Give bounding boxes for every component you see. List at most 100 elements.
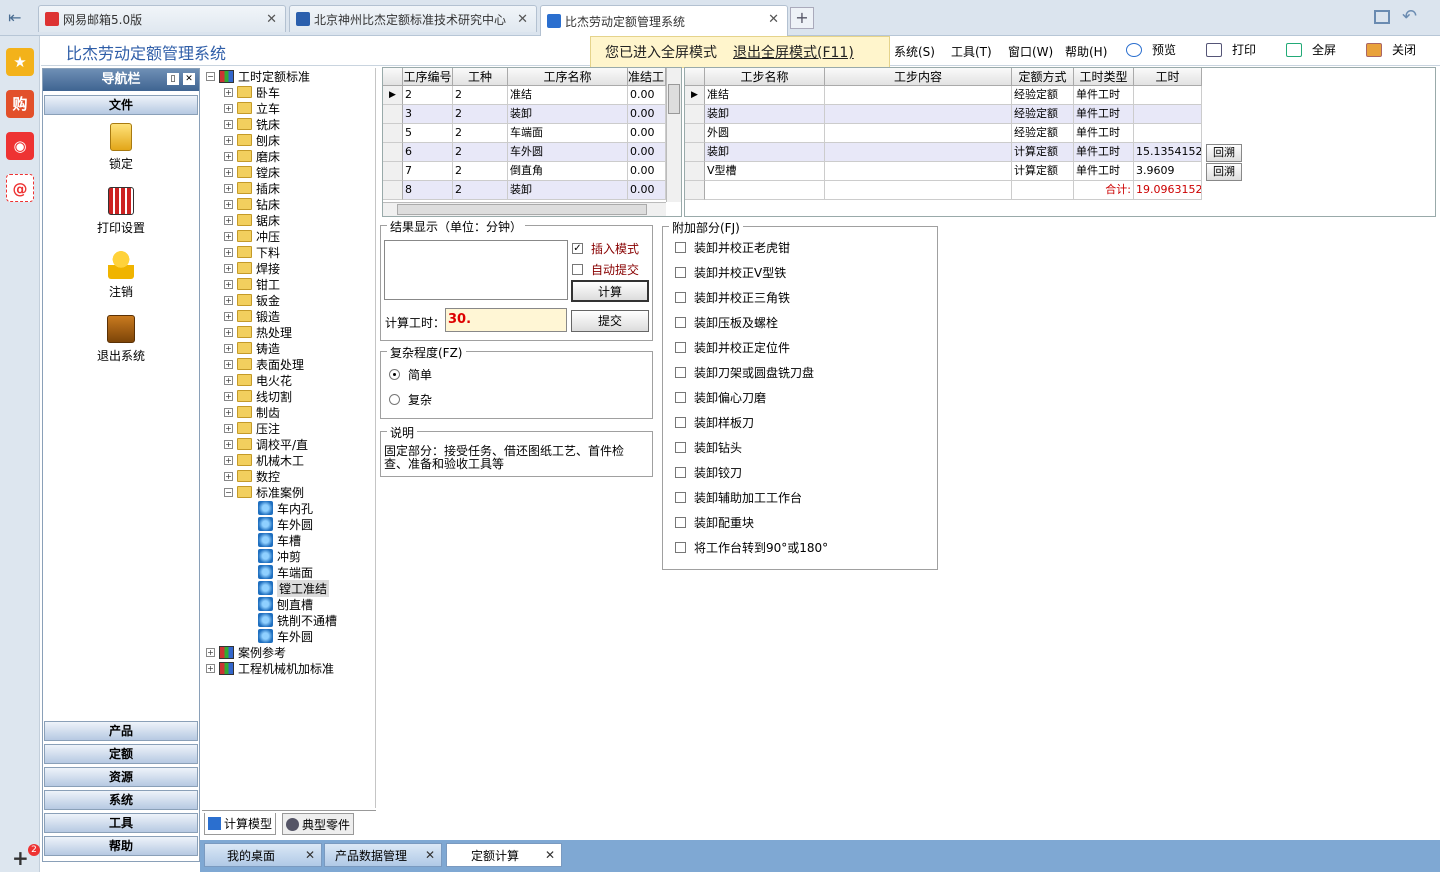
row-indicator[interactable] — [383, 143, 403, 162]
table-cell[interactable]: 2 — [453, 105, 508, 124]
expand-icon[interactable]: + — [206, 663, 215, 673]
table-cell[interactable]: 3 — [403, 105, 453, 124]
close-icon[interactable]: ✕ — [266, 12, 277, 27]
column-header[interactable]: 工步名称 — [705, 68, 825, 86]
exit-fullscreen-link[interactable]: 退出全屏模式(F11) — [733, 42, 854, 62]
nav-section-help[interactable]: 帮助 — [44, 836, 198, 856]
close-icon[interactable]: ✕ — [768, 12, 779, 27]
expand-icon[interactable]: + — [224, 279, 233, 289]
back-icon[interactable]: ⇤ — [8, 8, 28, 27]
close-button[interactable]: 关闭 — [1366, 41, 1416, 58]
tree-folder[interactable]: + 线切割 — [224, 388, 292, 404]
table-cell[interactable]: 经验定额 — [1012, 86, 1074, 105]
table-cell[interactable]: 0.00 — [628, 162, 666, 181]
close-icon[interactable]: ✕ — [305, 848, 315, 862]
browser-tab-mail[interactable]: 网易邮箱5.0版 ✕ — [38, 5, 286, 32]
doc-tab-product-data[interactable]: 产品数据管理 ✕ — [324, 843, 442, 867]
table-cell[interactable]: 经验定额 — [1012, 105, 1074, 124]
table-cell[interactable] — [1134, 86, 1202, 105]
shopping-icon[interactable]: 购 — [6, 90, 34, 118]
tree-root[interactable]: − 工时定额标准 — [206, 68, 310, 84]
table-cell[interactable]: 8 — [403, 181, 453, 200]
tree-folder[interactable]: + 冲压 — [224, 228, 280, 244]
table-cell[interactable] — [825, 143, 1012, 162]
calc-time-input[interactable]: 30. — [445, 308, 567, 332]
expand-icon[interactable]: + — [224, 423, 233, 433]
expand-icon[interactable]: + — [224, 327, 233, 337]
expand-icon[interactable]: + — [224, 247, 233, 257]
restore-icon[interactable] — [1374, 10, 1390, 24]
collapse-icon[interactable]: − — [224, 487, 233, 497]
expand-icon[interactable]: + — [224, 359, 233, 369]
table-cell[interactable]: 6 — [403, 143, 453, 162]
tree-folder[interactable]: + 压注 — [224, 420, 280, 436]
table-cell[interactable] — [1134, 124, 1202, 143]
table-cell[interactable]: 15.1354152 — [1134, 143, 1202, 162]
table-cell[interactable]: V型槽 — [705, 162, 825, 181]
tree-leaf[interactable]: 车外圆 — [258, 628, 313, 644]
table-cell[interactable]: 7 — [403, 162, 453, 181]
expand-icon[interactable]: + — [224, 407, 233, 417]
tree-root-cases[interactable]: + 案例参考 — [206, 644, 286, 660]
tree-folder[interactable]: + 锯床 — [224, 212, 280, 228]
weibo-icon[interactable]: ◉ — [6, 132, 34, 160]
tree-leaf[interactable]: 车槽 — [258, 532, 301, 548]
browser-tab-center[interactable]: 北京神州比杰定额标准技术研究中心 ✕ — [289, 5, 537, 32]
extra-option-checkbox[interactable]: 装卸辅助加工工作台 — [675, 489, 802, 506]
tree-folder[interactable]: + 机械木工 — [224, 452, 304, 468]
complexity-complex-radio[interactable]: 复杂 — [389, 391, 432, 408]
preview-button[interactable]: 预览 — [1126, 41, 1176, 58]
tree-folder[interactable]: + 焊接 — [224, 260, 280, 276]
nav-section-system[interactable]: 系统 — [44, 790, 198, 810]
table-cell[interactable]: 准结 — [705, 86, 825, 105]
nav-section-file[interactable]: 文件 — [44, 95, 198, 115]
expand-icon[interactable]: + — [224, 439, 233, 449]
tree-folder[interactable]: + 钻床 — [224, 196, 280, 212]
menu-window[interactable]: 窗口(W) — [1008, 43, 1053, 60]
expand-icon[interactable]: + — [224, 295, 233, 305]
expand-icon[interactable]: + — [224, 151, 233, 161]
tree-leaf[interactable]: 冲剪 — [258, 548, 301, 564]
nav-item-exit[interactable]: 退出系统 — [63, 315, 179, 364]
pin-icon[interactable]: ▯ — [167, 73, 179, 85]
table-cell[interactable]: 2 — [453, 143, 508, 162]
table-cell[interactable]: 2 — [453, 124, 508, 143]
add-icon[interactable]: + — [12, 846, 29, 870]
new-tab-button[interactable]: + — [790, 7, 814, 29]
horizontal-scrollbar[interactable] — [383, 202, 666, 216]
email-icon[interactable]: @ — [6, 174, 34, 202]
row-indicator[interactable] — [685, 105, 705, 124]
collapse-icon[interactable]: − — [206, 71, 215, 81]
backtrack-button[interactable]: 回溯 — [1206, 163, 1242, 181]
extra-option-checkbox[interactable]: 将工作台转到90°或180° — [675, 539, 828, 556]
expand-icon[interactable]: + — [206, 647, 215, 657]
tree-folder[interactable]: + 刨床 — [224, 132, 280, 148]
result-textarea[interactable] — [384, 240, 568, 300]
tab-typical-parts[interactable]: 典型零件 — [282, 813, 355, 835]
expand-icon[interactable]: + — [224, 135, 233, 145]
extra-option-checkbox[interactable]: 装卸并校正V型铁 — [675, 264, 786, 281]
extra-option-checkbox[interactable]: 装卸铰刀 — [675, 464, 742, 481]
tree-folder-open[interactable]: − 标准案例 — [224, 484, 304, 500]
nav-section-product[interactable]: 产品 — [44, 721, 198, 741]
tree-folder[interactable]: + 热处理 — [224, 324, 292, 340]
table-cell[interactable]: 倒直角 — [508, 162, 628, 181]
table-cell[interactable]: 0.00 — [628, 124, 666, 143]
extra-option-checkbox[interactable]: 装卸压板及螺栓 — [675, 314, 778, 331]
scroll-thumb[interactable] — [668, 84, 680, 114]
row-indicator[interactable]: ▶ — [685, 86, 705, 105]
tree-folder[interactable]: + 表面处理 — [224, 356, 304, 372]
column-header[interactable]: 工时类型 — [1074, 68, 1134, 86]
column-header[interactable]: 工序名称 — [508, 68, 628, 86]
tree-folder[interactable]: + 调校平/直 — [224, 436, 308, 452]
expand-icon[interactable]: + — [224, 455, 233, 465]
menu-tools[interactable]: 工具(T) — [951, 43, 992, 60]
table-cell[interactable]: 3.9609 — [1134, 162, 1202, 181]
table-cell[interactable]: 单件工时 — [1074, 143, 1134, 162]
extra-option-checkbox[interactable]: 装卸偏心刀磨 — [675, 389, 766, 406]
table-cell[interactable]: 0.00 — [628, 181, 666, 200]
tree-folder[interactable]: + 锻造 — [224, 308, 280, 324]
expand-icon[interactable]: + — [224, 199, 233, 209]
extra-option-checkbox[interactable]: 装卸并校正三角铁 — [675, 289, 790, 306]
expand-icon[interactable]: + — [224, 183, 233, 193]
